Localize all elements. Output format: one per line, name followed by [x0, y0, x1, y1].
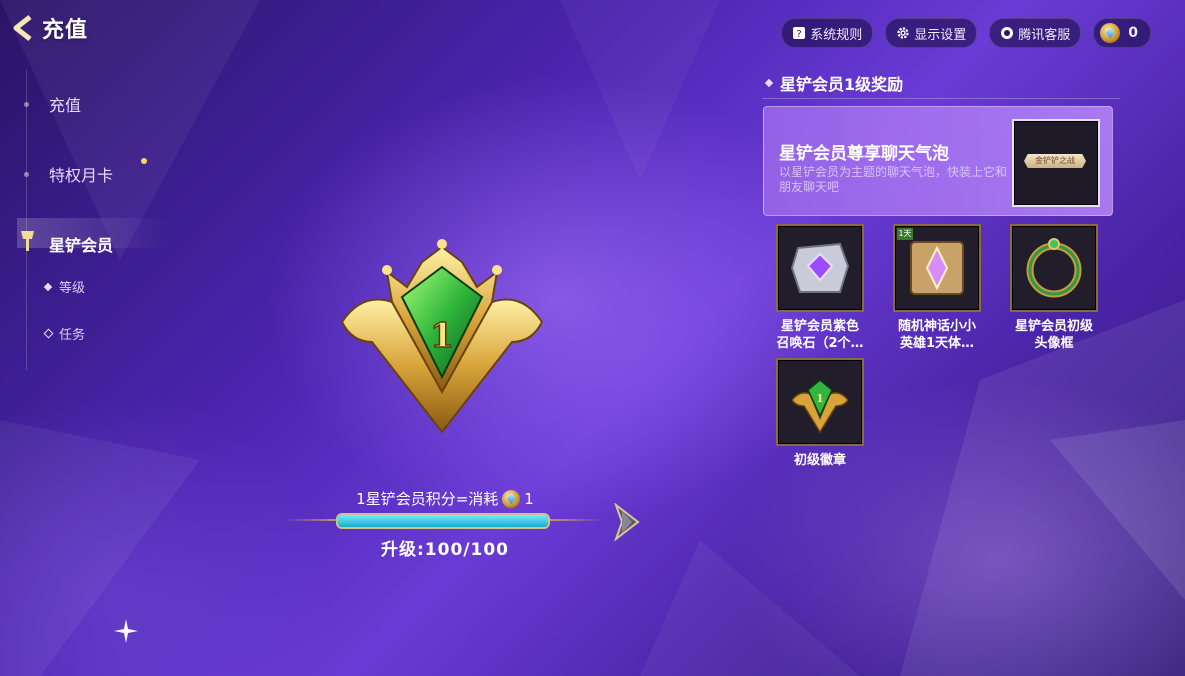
back-arrow-icon — [13, 15, 32, 41]
gem-currency-icon — [502, 489, 521, 508]
diamond-bullet-icon — [43, 282, 53, 291]
svg-text:1: 1 — [816, 392, 824, 405]
top-toolbar: ? 系统规则 显示设置 腾讯客服 0 — [781, 18, 1151, 48]
next-level-button[interactable] — [612, 503, 642, 541]
sidebar-nav: 充值 特权月卡 星铲会员 等级 任务 — [17, 70, 187, 370]
gem-currency-icon — [1100, 23, 1121, 43]
customer-service-button[interactable]: 腾讯客服 — [989, 18, 1082, 48]
display-settings-label: 显示设置 — [914, 27, 967, 43]
help-icon: ? — [793, 27, 806, 40]
rules-button[interactable]: ? 系统规则 — [781, 18, 874, 48]
reward-item-name: 初级徽章 — [793, 453, 846, 468]
page-title: 充值 — [42, 18, 89, 43]
rewards-title-text: 星铲会员1级奖励 — [780, 75, 904, 94]
sidebar-subitem-level[interactable]: 等级 — [27, 277, 85, 296]
support-icon — [1001, 27, 1014, 39]
currency-amount: 0 — [1128, 25, 1138, 41]
reward-item[interactable]: 1天 随机神话小小英雄1天体… — [892, 224, 982, 352]
currency-display[interactable]: 0 — [1093, 18, 1151, 48]
notification-dot — [141, 158, 147, 164]
sidebar-item-label: 等级 — [59, 281, 86, 296]
reward-item[interactable]: 1 初级徽章 — [775, 358, 865, 469]
badge-icon: 1 — [776, 358, 864, 446]
reward-item[interactable]: 星铲会员紫色召唤石（2个… — [775, 224, 865, 352]
sidebar-item-membership[interactable]: 星铲会员 — [17, 218, 167, 256]
sidebar-item-label: 特权月卡 — [49, 166, 114, 185]
reward-item-name: 星铲会员紫色召唤石（2个… — [776, 319, 864, 351]
reward-item[interactable]: 星铲会员初级头像框 — [1009, 224, 1099, 352]
points-conversion: 1星铲会员积分=消耗 1 — [340, 488, 550, 509]
rewards-panel-title: 星铲会员1级奖励 — [762, 68, 1120, 99]
display-settings-button[interactable]: 显示设置 — [885, 18, 978, 48]
sidebar-item-recharge[interactable]: 充值 — [24, 92, 82, 116]
sidebar-item-monthly-card[interactable]: 特权月卡 — [24, 158, 147, 186]
level-progress — [284, 510, 604, 530]
reward-item-name: 随机神话小小英雄1天体… — [897, 319, 976, 351]
sidebar-item-label: 充值 — [49, 96, 82, 115]
avatar-frame-icon — [1010, 224, 1098, 312]
diamond-outline-icon — [43, 328, 54, 339]
active-highlight — [17, 218, 167, 248]
gear-icon — [897, 27, 909, 39]
emblem-level-number: 1 — [430, 316, 454, 356]
duration-badge: 1天 — [897, 228, 913, 240]
progress-fill — [338, 515, 548, 527]
diamond-bullet-icon — [764, 78, 774, 88]
upgrade-status: 升级:100/100 — [381, 540, 509, 560]
featured-reward-title: 星铲会员尊享聊天气泡 — [779, 144, 949, 164]
reward-item-name: 星铲会员初级头像框 — [1014, 319, 1093, 351]
chat-bubble-preview-text: 金铲铲之战 — [1024, 154, 1086, 168]
mythic-box-icon: 1天 — [893, 224, 981, 312]
chat-bubble-preview: 金铲铲之战 — [1012, 119, 1100, 207]
featured-reward-card[interactable]: 星铲会员尊享聊天气泡 以星铲会员为主题的聊天气泡，快装上它和朋友聊天吧 金铲铲之… — [763, 106, 1113, 216]
progress-bar — [336, 513, 550, 529]
purple-summon-stone-icon — [776, 224, 864, 312]
sidebar-item-label: 任务 — [59, 328, 86, 343]
sidebar-subitem-tasks[interactable]: 任务 — [27, 324, 85, 343]
points-text: 1星铲会员积分=消耗 — [356, 490, 499, 508]
points-cost: 1 — [524, 489, 534, 508]
svg-text:?: ? — [797, 29, 802, 40]
shovel-icon — [21, 231, 34, 251]
customer-service-label: 腾讯客服 — [1018, 27, 1071, 43]
back-button[interactable]: 充值 — [10, 12, 88, 44]
featured-reward-desc: 以星铲会员为主题的聊天气泡，快装上它和朋友聊天吧 — [779, 165, 1008, 194]
rules-label: 系统规则 — [810, 27, 863, 43]
level-emblem: 1 — [340, 239, 544, 434]
